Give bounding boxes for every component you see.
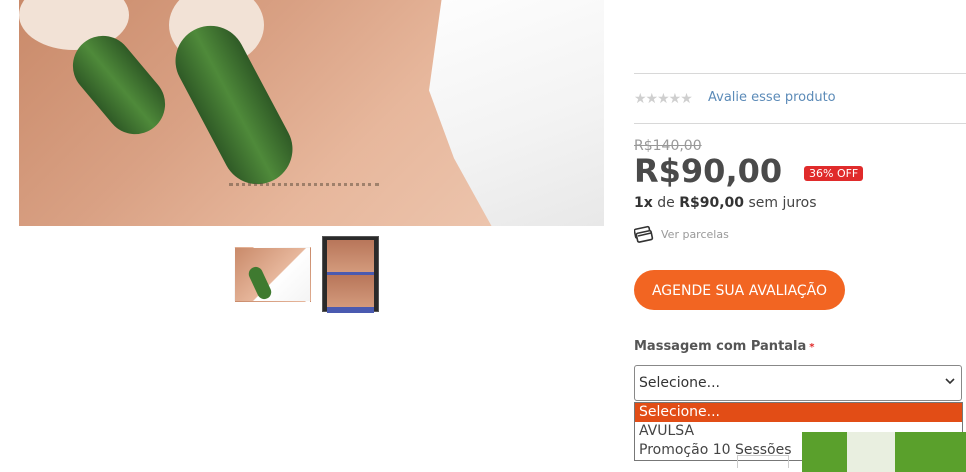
thumbnail-1[interactable] xyxy=(234,247,311,302)
required-mark: * xyxy=(809,342,815,353)
tattoo-shape xyxy=(229,183,379,226)
installment-of: de xyxy=(657,195,675,211)
current-price: R$90,00 xyxy=(634,152,783,190)
variation-select[interactable]: Selecione... xyxy=(634,365,962,401)
chevron-down-icon xyxy=(945,374,955,390)
installment-count: 1x xyxy=(634,195,653,211)
thumbnail-2[interactable] xyxy=(322,236,379,313)
towel-shape xyxy=(429,0,604,226)
thumbnail-detail xyxy=(246,264,274,302)
schedule-evaluation-button[interactable]: AGENDE SUA AVALIAÇÃO xyxy=(634,270,845,310)
divider xyxy=(634,73,966,74)
installment-amount: R$90,00 xyxy=(679,195,744,211)
installment-suffix: sem juros xyxy=(748,195,817,211)
thumbnail-panel xyxy=(327,240,374,278)
product-main-image[interactable] xyxy=(19,0,604,226)
rating-stars: ★★★★★ xyxy=(634,91,693,107)
review-link[interactable]: Avalie esse produto xyxy=(708,90,836,105)
discount-badge: 36% OFF xyxy=(804,166,864,181)
variation-label: Massagem com Pantala * xyxy=(634,339,815,354)
quantity-input[interactable] xyxy=(737,455,789,468)
buy-button[interactable] xyxy=(802,432,966,472)
buy-button-icon-area xyxy=(847,432,895,472)
variation-label-text: Massagem com Pantala xyxy=(634,339,807,354)
dropdown-option[interactable]: Selecione... xyxy=(635,403,962,422)
credit-card-icon xyxy=(633,225,654,243)
thumbnail-panel xyxy=(327,275,374,313)
bamboo-roller-shape xyxy=(163,13,305,197)
divider xyxy=(634,123,966,124)
select-value: Selecione... xyxy=(639,375,720,391)
installments-link[interactable]: Ver parcelas xyxy=(661,228,729,241)
installment-info: 1x de R$90,00 sem juros xyxy=(634,195,817,211)
